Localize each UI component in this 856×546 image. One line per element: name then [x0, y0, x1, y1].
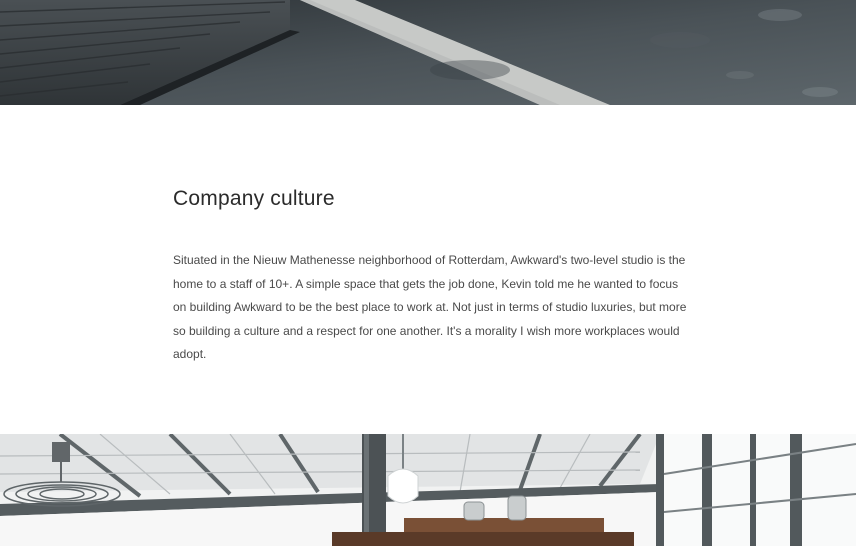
- article-section: Company culture Situated in the Nieuw Ma…: [173, 185, 693, 367]
- studio-floor-photo: [0, 0, 856, 105]
- studio-interior-photo: [0, 434, 856, 546]
- article-page: Company culture Situated in the Nieuw Ma…: [0, 0, 856, 546]
- section-body: Situated in the Nieuw Mathenesse neighbo…: [173, 253, 687, 361]
- section-heading: Company culture: [173, 187, 335, 210]
